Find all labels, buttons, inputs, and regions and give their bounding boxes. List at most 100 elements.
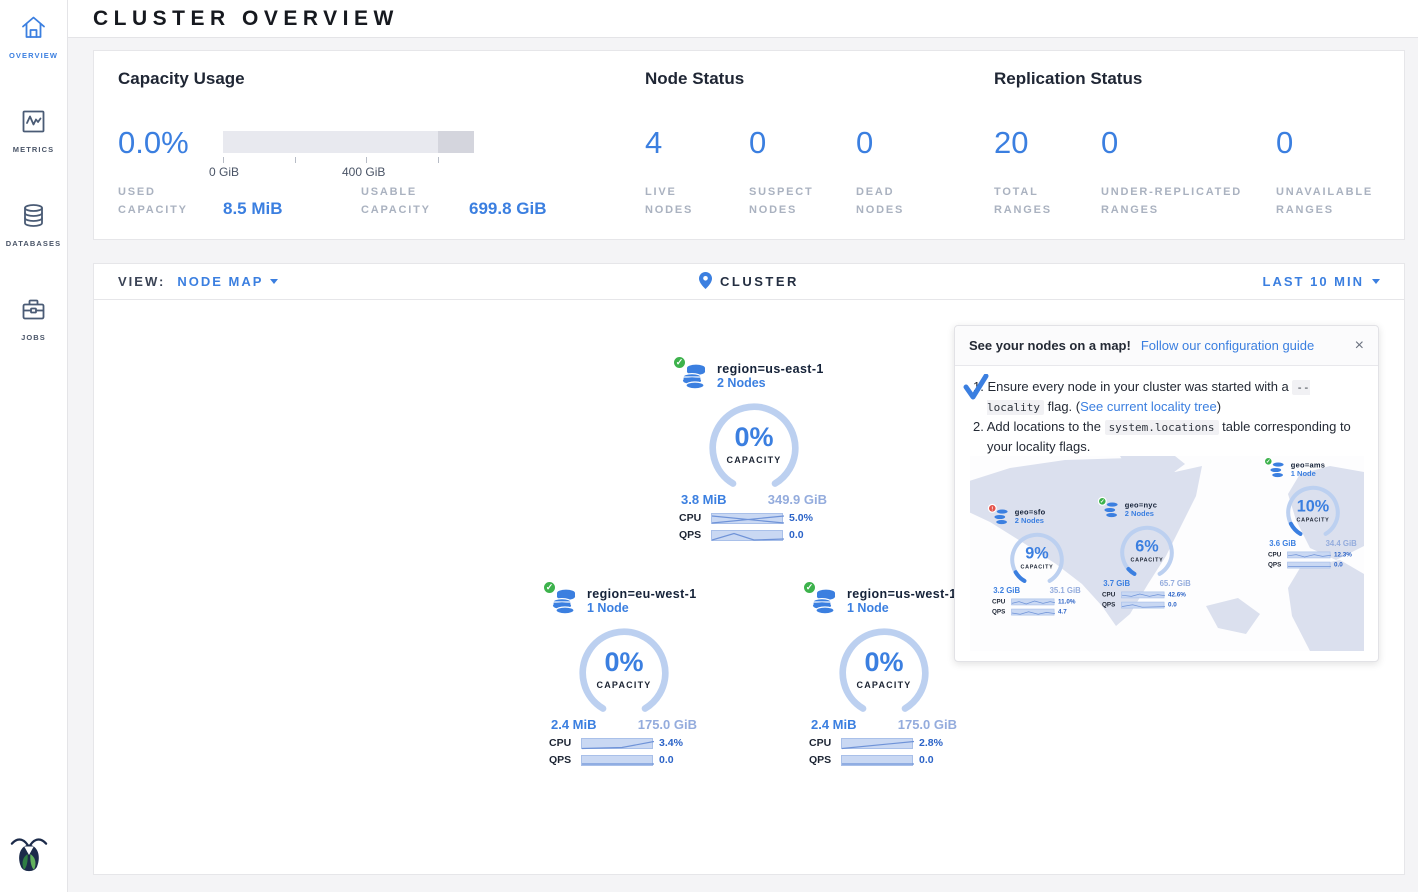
total-ranges-value: 20 — [994, 125, 1028, 161]
node-map-setup-tooltip: See your nodes on a map! Follow our conf… — [954, 325, 1379, 662]
node-region-label: region=us-east-1 — [717, 362, 824, 376]
blue-checkmark-icon — [963, 374, 989, 406]
under-replicated-ranges-value: 0 — [1101, 125, 1118, 161]
qps-label: QPS — [809, 754, 835, 766]
capacity-caption: CAPACITY — [576, 680, 672, 690]
cockroachdb-logo — [10, 835, 48, 882]
cpu-value: 3.4% — [659, 737, 683, 749]
capacity-caption: CAPACITY — [1008, 564, 1066, 570]
qps-sparkline — [711, 530, 783, 541]
cpu-sparkline — [1287, 551, 1330, 558]
view-label: VIEW: — [118, 274, 165, 289]
cpu-label: CPU — [809, 737, 835, 749]
breadcrumb: CLUSTER — [720, 274, 799, 289]
sidebar-item-metrics[interactable]: METRICS — [0, 94, 67, 164]
sidebar-item-databases[interactable]: DATABASES — [0, 188, 67, 258]
qps-sparkline — [1121, 602, 1164, 609]
healthy-badge-icon: ✓ — [802, 580, 817, 595]
healthy-badge-icon: ✓ — [1098, 497, 1107, 506]
view-selector-dropdown[interactable]: NODE MAP — [177, 274, 278, 289]
time-range-value: LAST 10 MIN — [1263, 274, 1364, 289]
sidebar-item-label: METRICS — [13, 145, 54, 154]
capacity-caption: CAPACITY — [1284, 517, 1342, 523]
node-group-icon — [679, 379, 709, 396]
qps-label: QPS — [549, 754, 575, 766]
suspect-nodes-value: 0 — [749, 125, 766, 161]
node-count-link[interactable]: 1 Node — [847, 601, 957, 615]
qps-value: 4.7 — [1058, 608, 1067, 615]
used-capacity-value: 8.5 MiB — [223, 199, 283, 219]
page-title: CLUSTER OVERVIEW — [93, 7, 399, 31]
time-range-dropdown[interactable]: LAST 10 MIN — [1263, 274, 1380, 289]
capacity-used-percent: 0.0% — [118, 125, 189, 161]
node-count-link[interactable]: 1 Node — [587, 601, 697, 615]
cpu-value: 12.3% — [1334, 551, 1352, 558]
capacity-percent: 0% — [576, 647, 672, 678]
qps-value: 0.0 — [789, 529, 804, 541]
node-group-icon — [549, 604, 579, 621]
cpu-sparkline — [1011, 598, 1054, 605]
cpu-sparkline — [1121, 591, 1164, 598]
setup-step-2: 2. Add locations to the system.locations… — [973, 417, 1362, 457]
qps-sparkline — [1011, 609, 1054, 616]
warning-badge-icon: ! — [988, 504, 997, 513]
cpu-sparkline — [841, 738, 913, 749]
qps-label: QPS — [679, 529, 705, 541]
node-region-label: geo=sfo — [1015, 508, 1046, 516]
node-count-link: 1 Node — [1291, 469, 1325, 477]
capacity-usage-title: Capacity Usage — [118, 69, 245, 89]
node-count-link[interactable]: 2 Nodes — [717, 376, 824, 390]
cpu-label: CPU — [1102, 591, 1118, 598]
capacity-bar-tick — [223, 157, 224, 163]
unavailable-ranges-label: UNAVAILABLE RANGES — [1276, 184, 1386, 219]
capacity-caption: CAPACITY — [836, 680, 932, 690]
node-count-link: 2 Nodes — [1125, 509, 1157, 517]
databases-icon — [20, 202, 47, 234]
capacity-percent: 0% — [706, 422, 802, 453]
unavailable-ranges-value: 0 — [1276, 125, 1293, 161]
capacity-caption: CAPACITY — [706, 455, 802, 465]
qps-value: 0.0 — [919, 754, 934, 766]
capacity-bar-tick — [295, 157, 296, 163]
locality-tree-link[interactable]: See current locality tree — [1080, 399, 1217, 414]
qps-sparkline — [841, 755, 913, 766]
node-card-us-west-1[interactable]: ✓ region=us-west-1 1 Node 0% CAPACITY 2.… — [809, 587, 959, 766]
capacity-gauge: 6% CAPACITY — [1118, 524, 1176, 577]
qps-label: QPS — [1102, 601, 1118, 608]
node-card-us-east-1[interactable]: ✓ region=us-east-1 2 Nodes 0% CAPACITY 3… — [679, 362, 829, 541]
example-node-map-image: ! geo=sfo 2 Nodes 9% CAPACITY — [970, 456, 1364, 651]
sidebar-item-overview[interactable]: OVERVIEW — [0, 0, 67, 70]
cpu-value: 42.6% — [1168, 591, 1186, 598]
metrics-icon — [20, 108, 47, 140]
node-card-eu-west-1[interactable]: ✓ region=eu-west-1 1 Node 0% CAPACITY 2.… — [549, 587, 699, 766]
cpu-sparkline — [711, 513, 783, 524]
capacity-tick-label: 400 GiB — [342, 165, 385, 179]
sidebar-item-label: OVERVIEW — [9, 51, 58, 60]
jobs-icon — [20, 296, 47, 328]
cpu-value: 2.8% — [919, 737, 943, 749]
close-icon[interactable]: × — [1355, 338, 1364, 354]
map-view-bar: VIEW: NODE MAP CLUSTER LAST 10 MIN — [93, 263, 1405, 300]
configuration-guide-link[interactable]: Follow our configuration guide — [1141, 338, 1314, 353]
dead-nodes-label: DEAD NODES — [856, 184, 936, 219]
cpu-sparkline — [581, 738, 653, 749]
chevron-down-icon — [270, 279, 278, 284]
capacity-percent: 10% — [1284, 497, 1342, 516]
capacity-bar — [223, 131, 474, 153]
capacity-gauge: 0% CAPACITY — [836, 625, 932, 713]
cpu-value: 5.0% — [789, 512, 813, 524]
capacity-percent: 6% — [1118, 537, 1176, 556]
capacity-gauge: 9% CAPACITY — [1008, 531, 1066, 584]
cpu-label: CPU — [1268, 551, 1284, 558]
replication-status-title: Replication Status — [994, 69, 1142, 89]
live-nodes-label: LIVE NODES — [645, 184, 725, 219]
qps-sparkline — [1287, 562, 1330, 569]
node-status-title: Node Status — [645, 69, 744, 89]
cluster-summary-panel: Capacity Usage 0.0% 0 GiB 400 GiB USED C… — [93, 50, 1405, 240]
capacity-gauge: 10% CAPACITY — [1284, 484, 1342, 537]
qps-value: 0.0 — [659, 754, 674, 766]
qps-value: 0.0 — [1168, 601, 1177, 608]
sidebar-item-jobs[interactable]: JOBS — [0, 282, 67, 352]
capacity-percent: 0% — [836, 647, 932, 678]
capacity-bar-tick — [438, 157, 439, 163]
